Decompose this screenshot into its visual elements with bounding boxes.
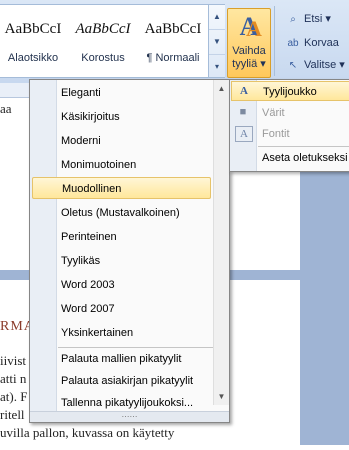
change-styles-button[interactable]: AA Vaihda tyyliä ▾ bbox=[227, 8, 271, 78]
menu-item-oletus[interactable]: Oletus (Mustavalkoinen) bbox=[32, 202, 212, 224]
change-styles-label: Vaihda tyyliä ▾ bbox=[228, 45, 270, 71]
quick-styles-gallery: AaBbCcI Alaotsikko AaBbCcI Korostus AaBb… bbox=[0, 4, 225, 78]
change-styles-icon: AA bbox=[239, 12, 262, 42]
submenu-separator bbox=[258, 146, 349, 147]
change-styles-submenu: A Tyylijoukko ■ Värit A Fontit Aseta ole… bbox=[229, 79, 349, 172]
color-palette-icon: ■ bbox=[239, 106, 247, 118]
gallery-down-icon[interactable]: ▼ bbox=[209, 30, 225, 55]
submenu-item-label: Fontit bbox=[262, 128, 290, 140]
style-caption: ¶ Normaali bbox=[146, 52, 200, 64]
style-preview: AaBbCcI bbox=[4, 21, 62, 37]
doc-text-fragment: ritell bbox=[0, 407, 25, 422]
select-label: Valitse bbox=[304, 59, 337, 71]
submenu-item-fonts[interactable]: A Fontit bbox=[231, 124, 349, 144]
style-caption: Alaotsikko bbox=[7, 52, 59, 64]
submenu-item-style-set[interactable]: A Tyylijoukko bbox=[231, 81, 349, 101]
scroll-down-icon[interactable]: ▼ bbox=[214, 392, 229, 401]
find-label: Etsi bbox=[304, 13, 323, 25]
menu-item-monimuotoinen[interactable]: Monimuotoinen bbox=[32, 154, 212, 176]
doc-text-fragment: iivist bbox=[0, 353, 27, 368]
style-set-icon: A bbox=[240, 85, 248, 97]
find-button[interactable]: ⌕ Etsi ▾ bbox=[286, 10, 331, 28]
ribbon-divider bbox=[274, 6, 275, 76]
submenu-item-set-default[interactable]: Aseta oletukseksi bbox=[231, 148, 349, 168]
doc-text-fragment: aa bbox=[0, 101, 12, 116]
replace-button[interactable]: ab Korvaa bbox=[286, 34, 339, 52]
menu-item-reset-template-styles[interactable]: Palauta mallien pikatyylit bbox=[32, 348, 212, 370]
gallery-more-icon[interactable]: ▾ bbox=[209, 55, 225, 79]
doc-text-fragment: at). F bbox=[0, 389, 28, 404]
change-styles-label-line2: tyyliä bbox=[232, 58, 258, 70]
doc-text-fragment: uvilla pallon, kuvassa on käytetty bbox=[0, 425, 175, 440]
menu-item-tyylikas[interactable]: Tyylikäs bbox=[32, 250, 212, 272]
chevron-down-icon: ▾ bbox=[339, 59, 345, 71]
chevron-down-icon: ▾ bbox=[325, 13, 331, 25]
menu-item-word-2003[interactable]: Word 2003 bbox=[32, 274, 212, 296]
submenu-item-colors[interactable]: ■ Värit bbox=[231, 103, 349, 123]
change-styles-label-line1: Vaihda bbox=[232, 45, 266, 57]
replace-icon: ab bbox=[287, 38, 299, 49]
doc-text-fragment: atti n bbox=[0, 371, 27, 386]
style-preview: AaBbCcI bbox=[75, 21, 131, 37]
style-caption: Korostus bbox=[81, 52, 125, 64]
submenu-item-label: Värit bbox=[262, 107, 285, 119]
scroll-up-icon[interactable]: ▲ bbox=[214, 84, 229, 93]
style-alaotsikko[interactable]: AaBbCcI Alaotsikko bbox=[0, 5, 66, 77]
style-korostus[interactable]: AaBbCcI Korostus bbox=[70, 5, 136, 77]
binoculars-icon: ⌕ bbox=[290, 14, 296, 25]
ribbon: AaBbCcI Alaotsikko AaBbCcI Korostus AaBb… bbox=[0, 0, 349, 84]
cursor-icon: ↖ bbox=[288, 60, 298, 71]
menu-scrollbar[interactable]: ▲ ▼ bbox=[213, 80, 229, 405]
menu-item-reset-document-styles[interactable]: Palauta asiakirjan pikatyylit bbox=[32, 370, 212, 392]
menu-item-kasikirjoitus[interactable]: Käsikirjoitus bbox=[32, 106, 212, 128]
resize-grip[interactable]: ⋯⋯ bbox=[30, 411, 229, 422]
replace-label: Korvaa bbox=[304, 37, 339, 49]
select-button[interactable]: ↖ Valitse ▾ bbox=[286, 56, 345, 74]
menu-item-perinteinen[interactable]: Perinteinen bbox=[32, 226, 212, 248]
menu-item-muodollinen[interactable]: Muodollinen bbox=[32, 177, 211, 199]
menu-item-moderni[interactable]: Moderni bbox=[32, 130, 212, 152]
gallery-scroller: ▲ ▼ ▾ bbox=[208, 5, 225, 77]
menu-item-yksinkertainen[interactable]: Yksinkertainen bbox=[32, 322, 212, 344]
submenu-item-label: Tyylijoukko bbox=[263, 86, 317, 98]
font-icon: A bbox=[235, 126, 253, 142]
submenu-item-label: Aseta oletukseksi bbox=[262, 152, 348, 164]
style-normaali[interactable]: AaBbCcI ¶ Normaali bbox=[140, 5, 206, 77]
style-preview: AaBbCcI bbox=[144, 21, 202, 37]
menu-item-eleganti[interactable]: Eleganti bbox=[32, 82, 212, 104]
gallery-up-icon[interactable]: ▲ bbox=[209, 5, 225, 30]
menu-item-word-2007[interactable]: Word 2007 bbox=[32, 298, 212, 320]
style-set-menu: Eleganti Käsikirjoitus Moderni Monimuoto… bbox=[29, 79, 230, 423]
chevron-down-icon: ▾ bbox=[260, 58, 266, 70]
